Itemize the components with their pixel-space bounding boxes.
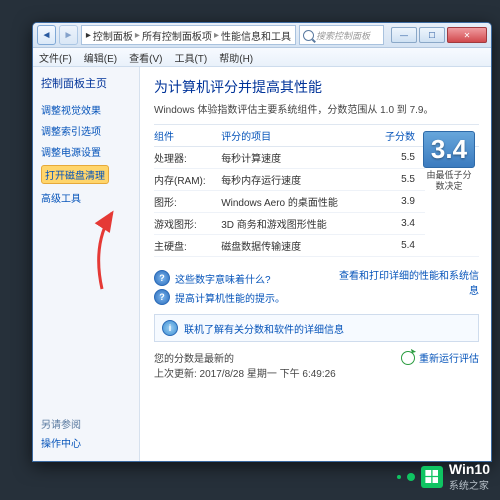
folder-icon: ▸ [86, 30, 91, 41]
sidebar-home[interactable]: 控制面板主页 [41, 75, 139, 91]
sidebar-item-advanced[interactable]: 高级工具 [41, 190, 139, 205]
cell-desc: 磁盘数据传输速度 [221, 235, 373, 257]
menu-help[interactable]: 帮助(H) [219, 50, 253, 65]
rerun-assessment[interactable]: 重新运行评估 [401, 350, 479, 365]
sidebar-item-action-center[interactable]: 操作中心 [41, 435, 139, 450]
window-controls: — ☐ ✕ [391, 27, 487, 43]
page-title: 为计算机评分并提高其性能 [154, 77, 479, 97]
cell-score: 3.4 [373, 213, 425, 235]
cell-score: 5.5 [373, 169, 425, 191]
chevron-right-icon: ▸ [135, 30, 140, 41]
watermark-subtitle: 系统之家 [449, 477, 490, 492]
titlebar: ◄ ► ▸ 控制面板 ▸ 所有控制面板项 ▸ 性能信息和工具 搜索控制面板 — … [33, 23, 491, 48]
cell-component: 处理器: [154, 147, 221, 169]
sidebar-item-power[interactable]: 调整电源设置 [41, 144, 139, 159]
last-updated: 上次更新: 2017/8/28 星期一 下午 6:49:26 [154, 365, 479, 380]
cell-desc: Windows Aero 的桌面性能 [221, 191, 373, 213]
watermark-title: Win10 [449, 461, 490, 477]
col-component: 组件 [154, 125, 221, 147]
page-description: Windows 体验指数评估主要系统组件，分数范围从 1.0 到 7.9。 [154, 101, 479, 116]
cell-desc: 3D 商务和游戏图形性能 [221, 213, 373, 235]
sidebar: 控制面板主页 调整视觉效果 调整索引选项 调整电源设置 打开磁盘清理 高级工具 … [33, 67, 140, 461]
col-subscore: 子分数 [373, 125, 425, 147]
menu-tools[interactable]: 工具(T) [174, 50, 207, 65]
close-button[interactable]: ✕ [447, 27, 487, 43]
cell-component: 主硬盘: [154, 235, 221, 257]
cell-component: 内存(RAM): [154, 169, 221, 191]
menubar: 文件(F) 编辑(E) 查看(V) 工具(T) 帮助(H) [33, 48, 491, 67]
link-learn-online[interactable]: 联机了解有关分数和软件的详细信息 [184, 321, 344, 336]
maximize-button[interactable]: ☐ [419, 27, 445, 43]
see-also-heading: 另请参阅 [41, 416, 139, 431]
cell-desc: 每秒内存运行速度 [221, 169, 373, 191]
control-panel-window: ◄ ► ▸ 控制面板 ▸ 所有控制面板项 ▸ 性能信息和工具 搜索控制面板 — … [32, 22, 492, 462]
crumb-item[interactable]: 控制面板 [93, 28, 133, 43]
sidebar-see-also: 另请参阅 操作中心 [41, 416, 139, 453]
chevron-right-icon: ▸ [214, 30, 219, 41]
windows-icon [421, 466, 443, 488]
info-box: i 联机了解有关分数和软件的详细信息 [154, 314, 479, 342]
cell-desc: 每秒计算速度 [221, 147, 373, 169]
col-rated: 评分的项目 [221, 125, 373, 147]
sidebar-item-visual[interactable]: 调整视觉效果 [41, 102, 139, 117]
main-content: 为计算机评分并提高其性能 Windows 体验指数评估主要系统组件，分数范围从 … [140, 67, 491, 461]
crumb-item[interactable]: 性能信息和工具 [221, 28, 291, 43]
nav-forward-button[interactable]: ► [59, 25, 78, 45]
cell-component: 图形: [154, 191, 221, 213]
watermark: Win10 系统之家 [397, 461, 490, 492]
base-score-label: 由最低子分数决定 [423, 170, 475, 192]
footer: 重新运行评估 您的分数是最新的 上次更新: 2017/8/28 星期一 下午 6… [154, 350, 479, 380]
crumb-item[interactable]: 所有控制面板项 [142, 28, 212, 43]
search-input[interactable]: 搜索控制面板 [299, 25, 384, 45]
base-score-box: 3.4 由最低子分数决定 [423, 131, 475, 192]
link-print-details[interactable]: 查看和打印详细的性能和系统信息 [339, 267, 479, 297]
window-body: 控制面板主页 调整视觉效果 调整索引选项 调整电源设置 打开磁盘清理 高级工具 … [33, 67, 491, 461]
minimize-button[interactable]: — [391, 27, 417, 43]
nav-back-button[interactable]: ◄ [37, 25, 56, 45]
cell-score: 3.9 [373, 191, 425, 213]
help-links: ? 这些数字意味着什么? ? 提高计算机性能的提示。 查看和打印详细的性能和系统信息… [154, 267, 479, 342]
search-icon [303, 30, 314, 41]
link-tips[interactable]: 提高计算机性能的提示。 [175, 290, 285, 305]
link-what-numbers[interactable]: 这些数字意味着什么? [175, 271, 271, 286]
info-icon: i [162, 320, 178, 336]
cell-score: 5.5 [373, 147, 425, 169]
refresh-icon [401, 351, 415, 365]
base-score-value: 3.4 [423, 131, 475, 168]
help-icon: ? [154, 270, 170, 286]
sidebar-item-disk-cleanup[interactable]: 打开磁盘清理 [41, 165, 109, 184]
cell-component: 游戏图形: [154, 213, 221, 235]
cell-score: 5.4 [373, 235, 425, 257]
breadcrumb[interactable]: ▸ 控制面板 ▸ 所有控制面板项 ▸ 性能信息和工具 [81, 25, 296, 45]
menu-file[interactable]: 文件(F) [39, 50, 72, 65]
menu-edit[interactable]: 编辑(E) [84, 50, 117, 65]
help-icon: ? [154, 289, 170, 305]
sidebar-item-index[interactable]: 调整索引选项 [41, 123, 139, 138]
menu-view[interactable]: 查看(V) [129, 50, 162, 65]
